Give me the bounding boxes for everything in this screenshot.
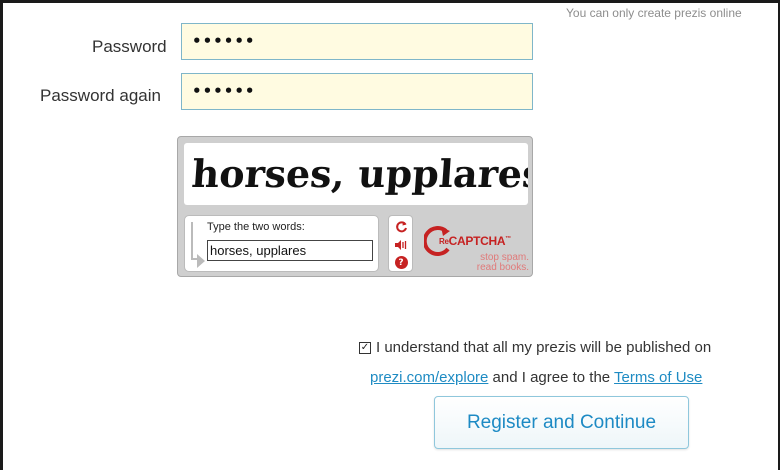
audio-icon[interactable] xyxy=(393,237,409,252)
captcha-input-panel: Type the two words: horses, upplares xyxy=(184,215,379,272)
password-again-label: Password again xyxy=(40,86,161,105)
password-label: Password xyxy=(92,37,167,56)
captcha-toolbar: ? xyxy=(388,215,413,272)
arrow-right-icon xyxy=(197,254,205,268)
terms-text-line2: prezi.com/explore and I agree to the Ter… xyxy=(370,369,702,386)
terms-text: I understand that all my prezis will be … xyxy=(376,339,712,356)
captcha-distorted-text: horses, upplares xyxy=(190,151,528,196)
password-field[interactable]: •••••• xyxy=(181,23,533,60)
register-and-continue-button[interactable]: Register and Continue xyxy=(434,396,689,449)
password-again-field[interactable]: •••••• xyxy=(181,73,533,110)
captcha-prompt: Type the two words: xyxy=(207,221,305,233)
recaptcha-widget: horses, upplares Type the two words: hor… xyxy=(177,136,533,277)
terms-checkbox[interactable]: ✓ xyxy=(359,342,371,354)
recaptcha-logo: ReCAPTCHA™ stop spam. read books. xyxy=(422,219,530,273)
captcha-image: horses, upplares xyxy=(184,143,528,205)
refresh-icon[interactable] xyxy=(393,219,409,234)
recaptcha-wordmark: ReCAPTCHA™ xyxy=(439,234,511,248)
terms-of-use-link[interactable]: Terms of Use xyxy=(614,369,702,386)
captcha-answer-input[interactable]: horses, upplares xyxy=(207,240,373,261)
help-icon[interactable]: ? xyxy=(393,255,409,270)
explore-link[interactable]: prezi.com/explore xyxy=(370,369,488,386)
recaptcha-tagline: stop spam. read books. xyxy=(476,252,529,273)
terms-middle-text: and I agree to the xyxy=(488,369,615,386)
online-notice: You can only create prezis online xyxy=(566,6,742,20)
